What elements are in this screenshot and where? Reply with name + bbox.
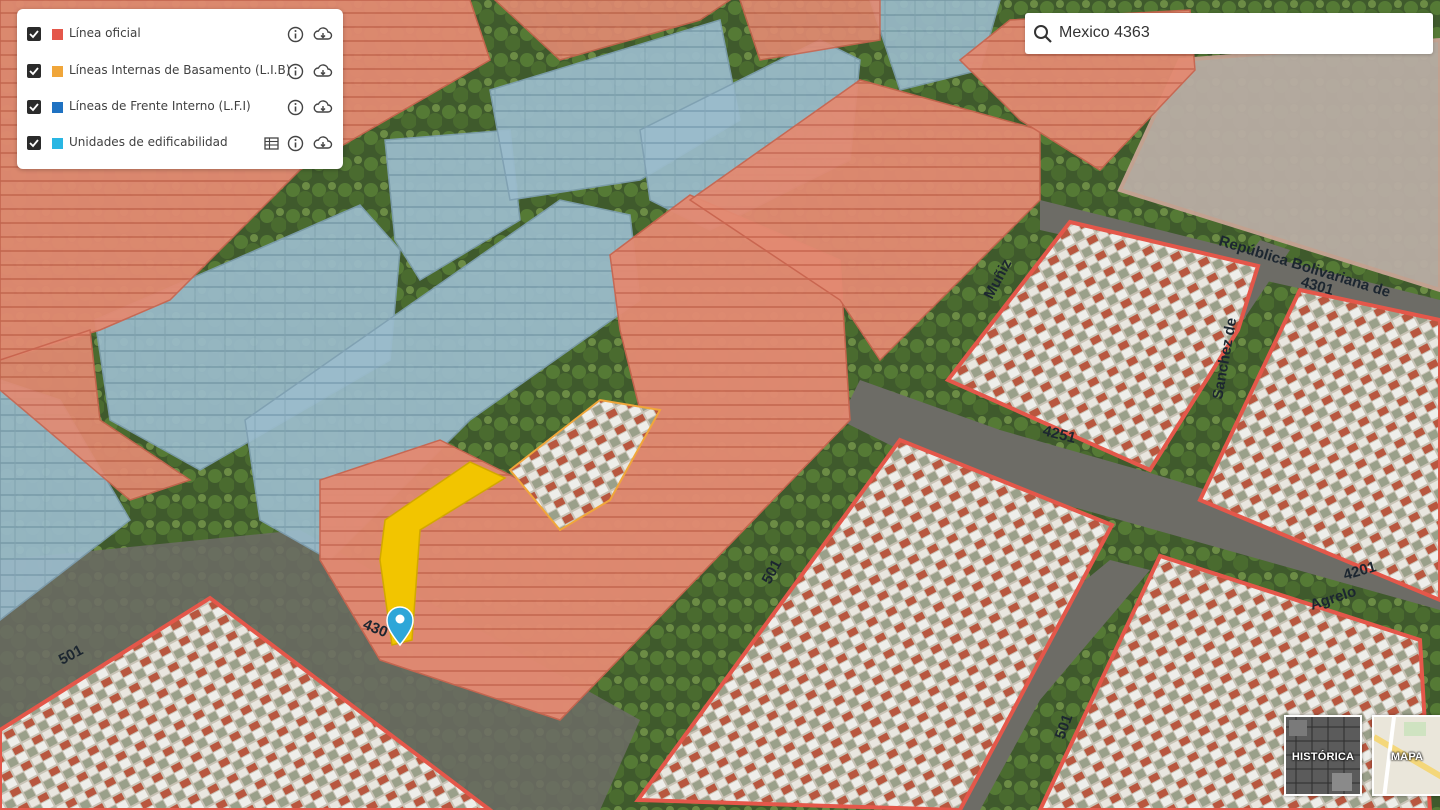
layer-checkbox[interactable] <box>27 136 41 150</box>
layer-color-swatch <box>52 66 63 77</box>
layer-color-swatch <box>52 29 63 40</box>
layers-panel: Línea oficial Líneas Internas de Basamen… <box>17 9 343 169</box>
layer-row-unidades[interactable]: Unidades de edificabilidad <box>17 125 343 161</box>
info-icon[interactable] <box>287 26 304 43</box>
layer-checkbox[interactable] <box>27 27 41 41</box>
layer-checkbox[interactable] <box>27 64 41 78</box>
cloud-download-icon[interactable] <box>313 99 333 116</box>
layer-row-lib[interactable]: Líneas Internas de Basamento (L.I.B) <box>17 53 343 89</box>
layer-label: Línea oficial <box>69 26 141 40</box>
layer-checkbox[interactable] <box>27 100 41 114</box>
layer-color-swatch <box>52 102 63 113</box>
basemap-label: HISTÓRICA <box>1291 751 1355 763</box>
info-icon[interactable] <box>287 99 304 116</box>
layer-row-lfi[interactable]: Líneas de Frente Interno (L.F.I) <box>17 89 343 125</box>
info-icon[interactable] <box>287 63 304 80</box>
search-input[interactable] <box>1059 19 1419 47</box>
address-search-box <box>1025 13 1433 54</box>
cloud-download-icon[interactable] <box>313 26 333 43</box>
cloud-download-icon[interactable] <box>313 63 333 80</box>
cloud-download-icon[interactable] <box>313 135 333 152</box>
basemap-mapa-button[interactable]: MAPA <box>1372 715 1440 796</box>
info-icon[interactable] <box>287 135 304 152</box>
layer-row-linea-oficial[interactable]: Línea oficial <box>17 16 343 52</box>
layer-color-swatch <box>52 138 63 149</box>
search-icon[interactable] <box>1033 24 1053 48</box>
layer-label: Unidades de edificabilidad <box>69 135 228 149</box>
basemap-historica-button[interactable]: HISTÓRICA <box>1284 715 1362 796</box>
basemap-label: MAPA <box>1390 751 1424 763</box>
layer-label: Líneas Internas de Basamento (L.I.B) <box>69 63 291 77</box>
layer-label: Líneas de Frente Interno (L.F.I) <box>69 99 251 113</box>
table-icon[interactable] <box>263 135 280 152</box>
